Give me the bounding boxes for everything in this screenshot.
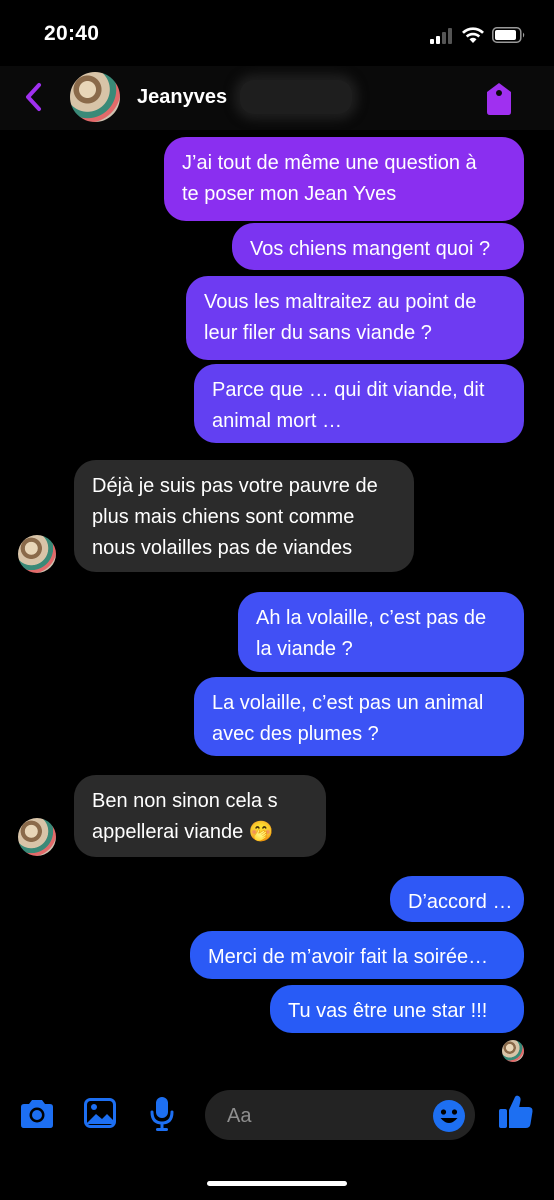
outgoing-message-bubble[interactable]: Vos chiens mangent quoi ? [232, 223, 524, 270]
message-text-line: plus mais chiens sont comme [92, 506, 355, 528]
emoji-icon[interactable] [432, 1099, 466, 1133]
message-text-line: Vous les maltraitez au point de [204, 291, 477, 313]
redaction-blur [240, 80, 352, 114]
message-text-line: Ah la volaille, c’est pas de [256, 607, 487, 629]
outgoing-message-bubble[interactable]: Parce que … qui dit viande, dit animal mo… [194, 364, 524, 443]
wifi-icon [462, 27, 484, 43]
outgoing-message-bubble[interactable]: J’ai tout de même une question à te poser… [164, 137, 524, 221]
messenger-screen: 20:40 Jeanyves J’ai tout de même une que… [0, 0, 554, 1200]
message-text-line: animal mort … [212, 410, 343, 432]
outgoing-message-bubble[interactable]: Merci de m’avoir fait la soirée… [190, 931, 524, 979]
thumbs-up-icon[interactable] [498, 1094, 534, 1130]
contact-name[interactable]: Jeanyves [137, 86, 227, 109]
message-text-line: te poser mon Jean Yves [182, 183, 397, 205]
back-chevron-icon[interactable] [24, 82, 44, 112]
tag-icon[interactable] [484, 82, 514, 116]
message-text-line: Parce que … qui dit viande, dit [212, 379, 485, 401]
cellular-signal-icon [430, 28, 452, 44]
microphone-icon[interactable] [150, 1096, 174, 1132]
battery-icon [492, 27, 525, 43]
seen-receipt-avatar [502, 1040, 524, 1062]
status-bar: 20:40 [0, 0, 554, 66]
message-text-line: appellerai viande 🤭 [92, 821, 274, 843]
incoming-message-bubble[interactable]: Ben non sinon cela s appellerai viande 🤭 [74, 775, 326, 857]
message-text-line: Vos chiens mangent quoi ? [250, 238, 491, 260]
message-text-line: leur filer du sans viande ? [204, 322, 432, 344]
message-text-line: avec des plumes ? [212, 723, 379, 745]
home-indicator [207, 1181, 347, 1186]
message-text-line: Merci de m’avoir fait la soirée… [208, 946, 489, 968]
sender-avatar[interactable] [18, 818, 56, 856]
message-text-line: La volaille, c’est pas un animal [212, 692, 484, 714]
composer-bar [0, 1080, 554, 1150]
outgoing-message-bubble[interactable]: Ah la volaille, c’est pas de la viande ? [238, 592, 524, 672]
outgoing-message-bubble[interactable]: La volaille, c’est pas un animal avec des… [194, 677, 524, 756]
outgoing-message-bubble[interactable]: Tu vas être une star !!! [270, 985, 524, 1033]
message-text-line: Tu vas être une star !!! [288, 1000, 488, 1022]
message-input[interactable] [225, 1100, 429, 1132]
status-time: 20:40 [44, 22, 100, 45]
message-text-line: la viande ? [256, 638, 353, 660]
message-text-line: D’accord … [408, 891, 513, 913]
incoming-message-bubble[interactable]: Déjà je suis pas votre pauvre de plus mai… [74, 460, 414, 572]
message-text-line: nous volailles pas de viandes [92, 537, 353, 559]
camera-icon[interactable] [18, 1098, 56, 1130]
outgoing-message-bubble[interactable]: Vous les maltraitez au point de leur file… [186, 276, 524, 360]
outgoing-message-bubble[interactable]: D’accord … [390, 876, 524, 922]
sender-avatar[interactable] [18, 535, 56, 573]
message-input-box[interactable] [205, 1090, 475, 1140]
message-text-line: Déjà je suis pas votre pauvre de [92, 475, 378, 497]
message-text-line: Ben non sinon cela s [92, 790, 278, 812]
conversation-header: Jeanyves [0, 66, 554, 130]
contact-avatar[interactable] [70, 72, 120, 122]
image-icon[interactable] [84, 1098, 116, 1128]
message-text-line: J’ai tout de même une question à [182, 152, 477, 174]
